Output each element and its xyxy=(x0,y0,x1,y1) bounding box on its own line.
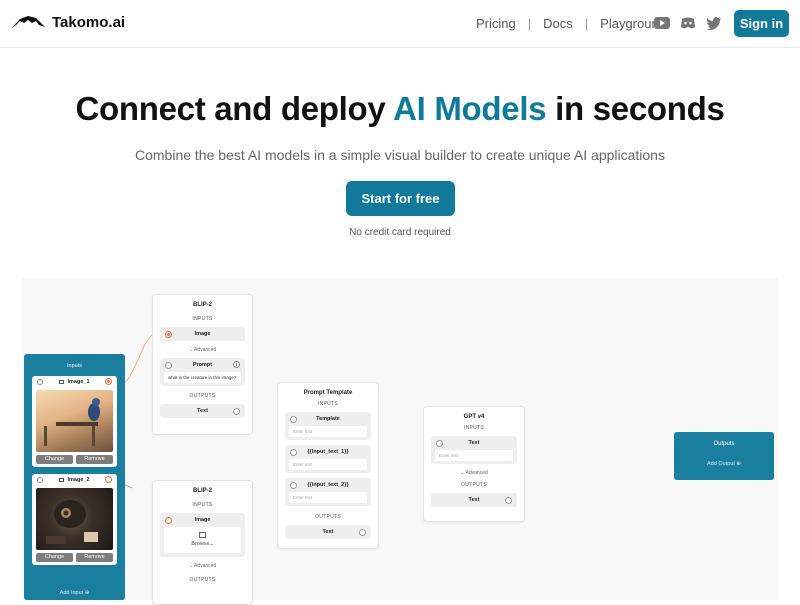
remove-image-button[interactable]: Remove xyxy=(76,455,113,464)
node-title: GPT v4 xyxy=(463,414,485,420)
image-card-header: Image_2 xyxy=(32,474,117,486)
input-text-1-field[interactable]: {{input_text_1}} Enter text xyxy=(285,445,371,473)
field-label: Prompt xyxy=(192,362,213,368)
browse-dropzone[interactable]: Browse... xyxy=(164,527,241,553)
node-title: BLIP-2 xyxy=(192,302,212,308)
browse-label: Browse... xyxy=(191,541,214,547)
gear-icon[interactable] xyxy=(37,477,43,483)
chevron-icon: ⌄ xyxy=(460,470,465,476)
outputs-title: Outputs xyxy=(713,441,735,447)
text-output-field[interactable]: Text xyxy=(431,493,517,507)
outputs-section-label: OUTPUTS xyxy=(189,393,216,399)
inputs-section-label: INPUTS xyxy=(192,316,213,322)
input-port-icon[interactable] xyxy=(436,440,443,447)
inputs-panel[interactable]: Inputs Image_1 Change Remove Image_2 Cha… xyxy=(24,354,125,600)
prompt-template-node[interactable]: Prompt Template INPUTS Template Enter tex… xyxy=(277,382,379,549)
image-icon xyxy=(59,477,65,482)
output-port-icon[interactable] xyxy=(105,378,112,385)
image-icon xyxy=(59,379,65,384)
chevron-icon: ⌄ xyxy=(188,563,193,569)
add-input-label: Add Input xyxy=(59,590,84,596)
input-port-icon[interactable] xyxy=(165,362,172,369)
image-preview xyxy=(36,488,113,550)
add-input-button[interactable]: Add Input ⊕ xyxy=(24,590,125,596)
output-port-icon[interactable] xyxy=(505,497,512,504)
image-card-actions: Change Remove xyxy=(36,455,113,464)
field-label: {{input_text_1}} xyxy=(307,449,349,455)
plus-circle-icon: ⊕ xyxy=(84,590,90,596)
template-field[interactable]: Template Enter text xyxy=(285,412,371,440)
blip2-node[interactable]: BLIP-2 INPUTS Image ⌄ Advanced Prompt i w… xyxy=(152,294,253,435)
advanced-label: Advanced xyxy=(194,563,217,569)
advanced-label: Advanced xyxy=(194,347,217,353)
field-label: Text xyxy=(468,497,480,503)
input-port-icon[interactable] xyxy=(290,416,297,423)
text-input[interactable]: Enter text xyxy=(435,450,513,461)
field-label: Image xyxy=(194,331,211,337)
input-port-icon[interactable] xyxy=(165,331,172,338)
field-label: Text xyxy=(322,529,334,535)
image-input-field[interactable]: Image Browse... xyxy=(160,513,245,557)
text-output-field[interactable]: Text xyxy=(285,525,371,539)
image-input-name: Image_1 xyxy=(67,379,90,385)
image-input-card[interactable]: Image_2 Change Remove xyxy=(32,474,117,565)
info-icon: i xyxy=(233,361,240,368)
input-port-icon[interactable] xyxy=(290,449,297,456)
field-label: Image xyxy=(194,517,211,523)
image-card-header: Image_1 xyxy=(32,376,117,388)
add-output-button[interactable]: Add Output ⊕ xyxy=(674,461,774,467)
field-label: {{input_text_2}} xyxy=(307,482,349,488)
image-preview-art xyxy=(46,500,98,544)
input-port-icon[interactable] xyxy=(165,517,172,524)
input-port-icon[interactable] xyxy=(290,482,297,489)
prompt-textarea[interactable]: what is the creature in this image? xyxy=(164,372,241,383)
change-image-button[interactable]: Change xyxy=(36,455,73,464)
inputs-section-label: INPUTS xyxy=(317,401,339,407)
outputs-section-label: OUTPUTS xyxy=(461,482,487,488)
chevron-icon: ⌄ xyxy=(188,347,193,353)
gpt4-node[interactable]: GPT v4 INPUTS Text Enter text ⌄ Advanced … xyxy=(423,406,525,522)
image-input-name: Image_2 xyxy=(67,477,90,483)
outputs-section-label: OUTPUTS xyxy=(189,577,216,583)
plus-circle-icon: ⊕ xyxy=(736,461,741,467)
blip2-node[interactable]: BLIP-2 INPUTS Image Browse... ⌄ Advanced… xyxy=(152,480,253,605)
advanced-toggle[interactable]: ⌄ Advanced xyxy=(424,470,524,476)
field-label: Text xyxy=(197,408,208,414)
output-port-icon[interactable] xyxy=(359,529,366,536)
inputs-section-label: INPUTS xyxy=(463,425,485,431)
image-preview xyxy=(36,390,113,452)
input-text-1-input[interactable]: Enter text xyxy=(289,459,367,470)
prompt-input-field[interactable]: Prompt i what is the creature in this ima… xyxy=(160,358,245,386)
input-text-2-field[interactable]: {{input_text_2}} Enter text xyxy=(285,478,371,506)
image-preview-art xyxy=(44,398,100,446)
image-card-actions: Change Remove xyxy=(36,553,113,562)
output-port-icon[interactable] xyxy=(105,476,112,483)
advanced-toggle[interactable]: ⌄ Advanced xyxy=(153,563,252,569)
image-input-card[interactable]: Image_1 Change Remove xyxy=(32,376,117,467)
outputs-section-label: OUTPUTS xyxy=(315,514,341,520)
input-text-2-input[interactable]: Enter text xyxy=(289,492,367,503)
inputs-panel-title: Inputs xyxy=(67,363,82,369)
advanced-toggle[interactable]: ⌄ Advanced xyxy=(153,347,252,353)
node-title: Prompt Template xyxy=(303,390,353,396)
text-output-field[interactable]: Text xyxy=(160,404,245,418)
node-title: BLIP-2 xyxy=(192,488,212,494)
field-label: Text xyxy=(468,440,480,446)
inputs-section-label: INPUTS xyxy=(192,502,213,508)
advanced-label: Advanced xyxy=(465,470,488,476)
output-port-icon[interactable] xyxy=(233,408,240,415)
image-input-field[interactable]: Image xyxy=(160,327,245,341)
change-image-button[interactable]: Change xyxy=(36,553,73,562)
add-output-label: Add Output xyxy=(707,461,735,467)
text-input-field[interactable]: Text Enter text xyxy=(431,436,517,464)
upload-image-icon xyxy=(199,532,206,538)
gear-icon[interactable] xyxy=(37,379,43,385)
outputs-node[interactable]: Outputs Add Output ⊕ xyxy=(674,432,774,480)
field-label: Template xyxy=(316,416,340,422)
remove-image-button[interactable]: Remove xyxy=(76,553,113,562)
template-input[interactable]: Enter text xyxy=(289,426,367,437)
